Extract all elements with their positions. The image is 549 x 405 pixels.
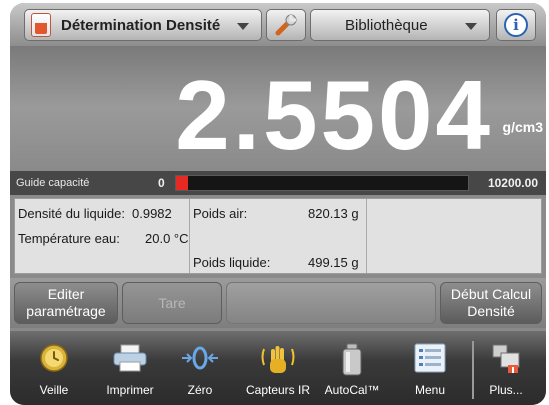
standby-button[interactable]: Veille (32, 335, 76, 401)
standby-label: Veille (39, 383, 69, 397)
print-label: Imprimer (106, 383, 154, 397)
start-calc-line2: Densité (467, 303, 515, 319)
empty-action-slot (226, 282, 436, 324)
wrench-icon (275, 14, 297, 36)
capacity-min: 0 (158, 176, 165, 190)
autocal-button[interactable]: AutoCal™ (325, 335, 379, 401)
library-selector[interactable]: Bibliothèque (310, 9, 490, 41)
ir-sensors-button[interactable]: Capteurs IR (246, 335, 310, 401)
capacity-guide: Guide capacité 0 10200.00 (10, 171, 546, 195)
liquid-density-label: Densité du liquide: (18, 206, 125, 221)
edit-parameters-line2: paramétrage (26, 303, 106, 319)
more-icon (492, 344, 520, 373)
action-bar: Editer paramétrage Tare Début Calcul Den… (10, 278, 546, 328)
density-app-icon (31, 13, 51, 37)
edit-parameters-button[interactable]: Editer paramétrage (14, 282, 118, 324)
balance-screen: Détermination Densité Bibliothèque i 2.5… (10, 3, 546, 405)
water-temp-value: 20.0 °C (145, 231, 189, 246)
ir-sensors-label: Capteurs IR (245, 383, 311, 397)
info-icon: i (504, 13, 528, 37)
settings-wrench-button[interactable] (266, 9, 306, 41)
standby-icon (40, 344, 68, 372)
capacity-bar-fill (176, 176, 188, 190)
start-density-calculation-button[interactable]: Début Calcul Densité (440, 282, 542, 324)
liquid-density-value: 0.9982 (132, 206, 172, 221)
application-title: Détermination Densité (61, 16, 221, 34)
menu-list-icon (414, 343, 446, 373)
zero-icon (182, 346, 218, 370)
top-bar: Détermination Densité Bibliothèque i (10, 3, 546, 46)
application-selector[interactable]: Détermination Densité (24, 9, 262, 41)
water-temp-label: Température eau: (18, 231, 120, 246)
chevron-down-icon (465, 23, 477, 30)
more-label: Plus... (489, 383, 523, 397)
capacity-max: 10200.00 (487, 176, 538, 190)
more-button[interactable]: Plus... (484, 335, 528, 401)
capacity-label: Guide capacité (16, 177, 90, 189)
chevron-down-icon (237, 23, 249, 30)
menu-button[interactable]: Menu (408, 335, 452, 401)
zero-label: Zéro (187, 383, 213, 397)
weight-air-value: 820.13 g (308, 206, 359, 221)
weight-air-label: Poids air: (193, 206, 248, 221)
info-panel: Densité du liquide: 0.9982 Température e… (14, 198, 542, 274)
ir-sensor-hand-icon (261, 346, 295, 373)
start-calc-line1: Début Calcul (450, 286, 532, 302)
capacity-bar (175, 175, 469, 191)
weight-liquid-label: Poids liquide: (193, 255, 271, 270)
menu-label: Menu (414, 383, 446, 397)
tare-label: Tare (158, 294, 186, 311)
weight-liquid-value: 499.15 g (308, 255, 359, 270)
bottom-toolbar: Veille Imprimer Zéro Capteurs IR AutoCal… (10, 331, 546, 405)
density-unit: g/cm3 (502, 119, 543, 135)
panel-divider (366, 199, 367, 273)
density-reading: 2.5504 (175, 60, 493, 170)
printer-icon (113, 344, 147, 372)
print-button[interactable]: Imprimer (105, 335, 155, 401)
info-button[interactable]: i (496, 9, 536, 41)
autocal-label: AutoCal™ (324, 383, 380, 397)
zero-button[interactable]: Zéro (178, 335, 222, 401)
library-label: Bibliothèque (345, 16, 428, 34)
tare-button[interactable]: Tare (122, 282, 222, 324)
panel-divider (189, 199, 190, 273)
autocal-weight-icon (342, 343, 362, 376)
edit-parameters-line1: Editer (47, 286, 85, 302)
reading-area: 2.5504 g/cm3 (10, 46, 546, 168)
